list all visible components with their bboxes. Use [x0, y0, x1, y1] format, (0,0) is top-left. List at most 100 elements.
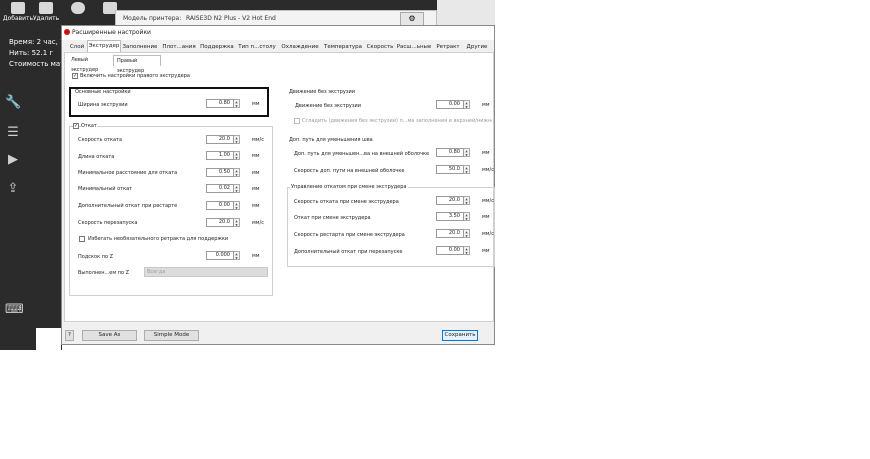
toolchange-retract-unit: мм: [482, 214, 490, 220]
toolchange-extra-unit: мм: [482, 248, 490, 254]
printer-value: RAISE3D N2 Plus - V2 Hot End: [186, 15, 276, 22]
enable-right-extruder-checkbox[interactable]: ✓: [72, 73, 78, 79]
min-travel-input[interactable]: 0.50: [206, 168, 234, 177]
retract-row-label: Дополнительный откат при рестарте: [78, 203, 178, 209]
printer-settings-button[interactable]: ⚙: [400, 12, 424, 26]
viewport-area: [36, 328, 61, 350]
simple-mode-button[interactable]: Simple Mode: [144, 330, 199, 341]
save-as-button[interactable]: Save As: [82, 330, 137, 341]
min-retract-input[interactable]: 0.02: [206, 184, 234, 193]
dialog-titlebar: Расширенные настройки: [62, 26, 494, 40]
zhop-mode-label: Выполнен...ем по Z: [78, 270, 130, 276]
coast-speed-spinner[interactable]: ▲ ▼: [464, 165, 470, 174]
travel-group-title: Движение без экструзии: [289, 89, 355, 95]
filament-weight: Нить: 52.1 г: [9, 49, 54, 57]
toolchange-restart-speed-spinner[interactable]: ▲ ▼: [464, 229, 470, 238]
extrusion-width-input[interactable]: 0.80: [206, 99, 234, 108]
coast-distance-input[interactable]: 0.80: [436, 148, 464, 157]
min-retract-unit: мм: [252, 186, 260, 192]
zhop-spinner[interactable]: ▲ ▼: [234, 251, 240, 260]
wrench-icon[interactable]: 🔧: [5, 96, 21, 110]
toolchange-row-label: Скорость рестарта при смене экструдера: [294, 232, 405, 238]
play-icon[interactable]: ▶: [5, 153, 21, 167]
toolchange-retract-input[interactable]: 3.50: [436, 212, 464, 221]
toolchange-restart-speed-input[interactable]: 20.0: [436, 229, 464, 238]
retract-length-unit: мм: [252, 153, 260, 159]
extra-restart-spinner[interactable]: ▲ ▼: [234, 201, 240, 210]
coast-distance-unit: мм: [482, 150, 490, 156]
delete-button[interactable]: Удалить: [30, 2, 62, 27]
coast-row-label: Доп. путь для уменьшен...ва на внешней о…: [294, 151, 430, 157]
app-icon: [64, 29, 70, 35]
smooth-travel-checkbox: [294, 118, 300, 124]
travel-spinner[interactable]: ▲ ▼: [464, 100, 470, 109]
extra-restart-unit: мм: [252, 203, 260, 209]
zhop-mode-select: Всегда: [144, 267, 268, 277]
retract-row-label: Скорость отката: [78, 137, 123, 143]
travel-input[interactable]: 0.00: [436, 100, 464, 109]
retract-label: Откат: [81, 123, 97, 129]
travel-row-label: Движение без экструзии: [295, 103, 361, 109]
smooth-travel-label: Сгладить (движения без экструзии) п...ма…: [302, 118, 492, 124]
coast-distance-spinner[interactable]: ▲ ▼: [464, 148, 470, 157]
min-travel-unit: мм: [252, 170, 260, 176]
extra-restart-input[interactable]: 0.00: [206, 201, 234, 210]
toolchange-group-title: Управление откатом при смене экструдера: [290, 184, 408, 190]
min-retract-spinner[interactable]: ▲ ▼: [234, 184, 240, 193]
retract-length-spinner[interactable]: ▲ ▼: [234, 151, 240, 160]
toolchange-restart-speed-unit: мм/с: [482, 231, 494, 237]
toolchange-speed-unit: мм/с: [482, 198, 494, 204]
travel-unit: мм: [482, 102, 490, 108]
retract-length-input[interactable]: 1.00: [206, 151, 234, 160]
coast-row-label: Скорость доп. пути на внешней оболочке: [294, 168, 405, 174]
retract-row-label: Минимальный откат: [78, 186, 133, 192]
toolchange-extra-spinner[interactable]: ▲ ▼: [464, 246, 470, 255]
help-button[interactable]: ?: [65, 330, 74, 341]
toolbar-right-area: [437, 0, 495, 27]
list-icon[interactable]: ☰: [5, 126, 21, 140]
toolchange-retract-spinner[interactable]: ▲ ▼: [464, 212, 470, 221]
retract-checkbox[interactable]: ✓: [73, 123, 79, 129]
eye-icon: [71, 2, 85, 14]
subtab-left-extruder[interactable]: Левый экструдер: [68, 55, 112, 73]
material-cost: Стоимость мате: [9, 60, 69, 68]
print-time: Время: 2 час, 1: [9, 38, 65, 46]
retract-speed-unit: мм/с: [252, 137, 264, 143]
zhop-input[interactable]: 0.000: [206, 251, 234, 260]
zhop-unit: мм: [252, 253, 260, 259]
min-travel-spinner[interactable]: ▲ ▼: [234, 168, 240, 177]
retract-row-label: Минимальное расстояние для отката: [78, 170, 178, 176]
toolchange-speed-spinner[interactable]: ▲ ▼: [464, 196, 470, 205]
retract-speed-spinner[interactable]: ▲ ▼: [234, 135, 240, 144]
toolchange-extra-input[interactable]: 0.00: [436, 246, 464, 255]
toolchange-row-label: Дополнительный откат при перезапуске: [294, 249, 403, 255]
extrusion-width-spinner[interactable]: ▲ ▼: [234, 99, 240, 108]
dialog-title: Расширенные настройки: [72, 29, 151, 36]
keyboard-icon[interactable]: ⌨: [5, 303, 24, 317]
basic-settings-title: Основные настройки: [75, 89, 131, 95]
retract-speed-input[interactable]: 20.0: [206, 135, 234, 144]
coast-speed-input[interactable]: 50.0: [436, 165, 464, 174]
save-button[interactable]: Сохранить: [442, 330, 478, 341]
avoid-retract-checkbox[interactable]: [79, 236, 85, 242]
extrusion-width-label: Ширина экструзии: [78, 102, 128, 108]
extrusion-width-unit: мм: [252, 101, 260, 107]
export-icon[interactable]: ⇪: [5, 182, 21, 196]
toolchange-speed-input[interactable]: 20.0: [436, 196, 464, 205]
view-button[interactable]: [62, 2, 94, 27]
enable-right-extruder-label: Включить настройки правого экструдера: [80, 73, 190, 79]
restart-speed-unit: мм/с: [252, 220, 264, 226]
toolchange-row-label: Откат при смене экструдера: [294, 215, 371, 221]
gear-icon: ⚙: [408, 14, 416, 23]
cube-icon: [11, 2, 25, 14]
trash-icon: [39, 2, 53, 14]
settings-tabs: Слой Экструдер Заполнение Плот...ания По…: [64, 40, 494, 53]
retract-row-label: Скорость перезапуска: [78, 220, 138, 226]
restart-speed-input[interactable]: 20.0: [206, 218, 234, 227]
subtab-right-extruder[interactable]: Правый экструдер: [113, 55, 161, 74]
retract-row-label: Длина отката: [78, 154, 115, 160]
zhop-label: Подскок по Z: [78, 254, 114, 260]
restart-speed-spinner[interactable]: ▲ ▼: [234, 218, 240, 227]
coast-group-title: Доп. путь для уменьшения шва: [289, 137, 373, 143]
avoid-retract-label: Избегать необязательного ретракта для по…: [88, 236, 229, 242]
